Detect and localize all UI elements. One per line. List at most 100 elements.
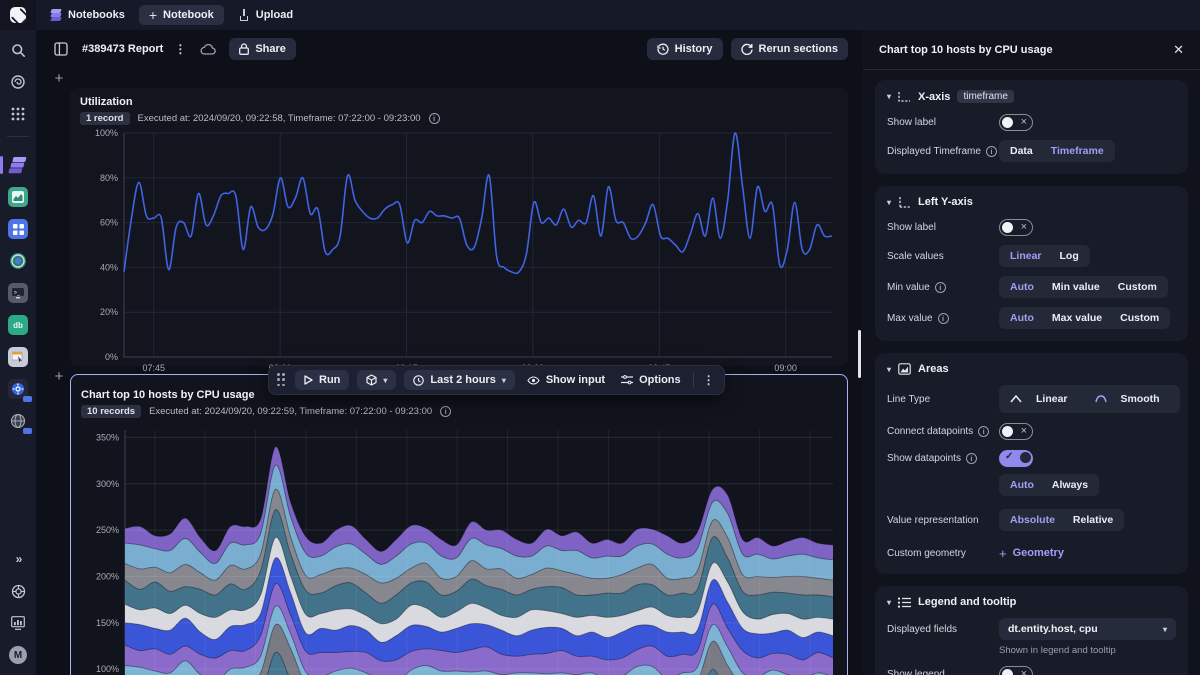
plus-icon: + (148, 7, 158, 23)
show-datapoints-toggle[interactable] (999, 449, 1033, 467)
sync-cloud-icon[interactable] (197, 38, 219, 60)
app-breadcrumb[interactable]: Notebooks (50, 9, 125, 21)
document-menu-icon[interactable]: ⋮ (173, 42, 187, 56)
badge (23, 396, 32, 402)
show-label-toggle[interactable] (999, 113, 1033, 131)
toggle-panel-icon[interactable] (50, 38, 72, 60)
chart-settings-panel: Chart top 10 hosts by CPU usage ✕ X-axis… (862, 30, 1200, 675)
record-count-badge: 1 record (80, 112, 130, 125)
history-button[interactable]: History (646, 38, 723, 60)
hub-globe-icon[interactable] (6, 409, 32, 434)
options-button[interactable]: Options (617, 370, 685, 390)
cell-menu-icon[interactable]: ⋮ (702, 373, 716, 387)
add-geometry-button[interactable]: + Geometry (999, 546, 1064, 561)
close-icon[interactable]: ✕ (1173, 42, 1184, 58)
svg-text:>_: >_ (14, 290, 21, 296)
svg-text:350%: 350% (96, 432, 119, 442)
show-label-toggle[interactable] (999, 218, 1033, 236)
timeframe-badge: timeframe (957, 90, 1014, 103)
settings-gear-icon[interactable] (6, 377, 32, 402)
chevron-down-icon: ▾ (383, 375, 388, 385)
displayed-timeframe-segmented: Data Timeframe (999, 140, 1115, 162)
share-button[interactable]: Share (229, 38, 296, 60)
option-timeframe[interactable]: Timeframe (1042, 142, 1113, 160)
option-relative[interactable]: Relative (1064, 511, 1122, 529)
option-max-value[interactable]: Max value (1043, 309, 1111, 327)
expand-sidebar-icon[interactable]: » (6, 547, 30, 571)
option-linear[interactable]: Linear (1001, 387, 1086, 411)
left-sidebar: >_ db » M (0, 30, 36, 675)
automations-app-icon[interactable] (6, 217, 30, 241)
dynatrace-logo-icon (10, 7, 26, 23)
search-icon[interactable] (6, 38, 30, 62)
add-section-button[interactable]: + (52, 369, 66, 384)
usage-chart-icon[interactable] (6, 611, 30, 635)
info-icon[interactable] (934, 281, 946, 293)
notebook-cell-cpu[interactable]: Chart top 10 hosts by CPU usage 10 recor… (70, 374, 848, 675)
show-legend-toggle[interactable] (999, 665, 1033, 675)
user-avatar[interactable]: M (6, 643, 30, 667)
option-always[interactable]: Always (1043, 476, 1097, 494)
launcher-card-icon[interactable] (6, 345, 30, 369)
info-icon[interactable] (985, 145, 997, 157)
cell-toolbar: Run ▾ Last 2 hours ▾ Show input Options … (268, 365, 725, 395)
visualization-picker-button[interactable]: ▾ (357, 370, 397, 390)
info-icon[interactable] (937, 312, 949, 324)
option-auto[interactable]: Auto (1001, 476, 1043, 494)
upload-button[interactable]: Upload (238, 9, 293, 21)
max-value-segmented: Auto Max value Custom (999, 307, 1171, 329)
section-header-legend[interactable]: Legend and tooltip (887, 596, 1176, 608)
apps-grid-icon[interactable] (6, 102, 30, 126)
dashboards-app-icon[interactable] (6, 185, 30, 209)
option-linear[interactable]: Linear (1001, 247, 1051, 265)
new-notebook-button[interactable]: + Notebook (138, 5, 224, 25)
info-icon[interactable] (965, 452, 977, 464)
rerun-sections-button[interactable]: Rerun sections (730, 38, 848, 60)
option-auto[interactable]: Auto (1001, 278, 1043, 296)
timeframe-selector[interactable]: Last 2 hours ▾ (404, 370, 515, 390)
displayed-timeframe-label: Displayed Timeframe (887, 145, 999, 157)
section-header-x-axis[interactable]: X-axis timeframe (887, 90, 1176, 103)
svg-text:100%: 100% (96, 664, 119, 674)
drag-handle-icon[interactable] (277, 373, 287, 387)
info-icon[interactable] (978, 425, 990, 437)
document-title[interactable]: #389473 Report (82, 43, 163, 55)
hosts-monitor-icon[interactable]: >_ (6, 281, 30, 305)
option-smooth[interactable]: Smooth (1086, 387, 1178, 411)
section-x-axis: X-axis timeframe Show label Displayed Ti… (875, 80, 1188, 174)
notebooks-app-icon[interactable] (0, 153, 30, 177)
plus-icon: + (999, 545, 1007, 561)
connect-datapoints-toggle[interactable] (999, 422, 1033, 440)
line-type-label: Line Type (887, 393, 931, 405)
option-auto[interactable]: Auto (1001, 309, 1043, 327)
lock-icon (239, 43, 250, 55)
option-log[interactable]: Log (1051, 247, 1088, 265)
chevron-down-icon: ▾ (1162, 624, 1167, 634)
option-absolute[interactable]: Absolute (1001, 511, 1064, 529)
services-app-icon[interactable] (6, 249, 30, 273)
database-app-icon[interactable]: db (6, 313, 30, 337)
document-header: #389473 Report ⋮ Share History Rerun sec… (36, 30, 862, 68)
run-button[interactable]: Run (295, 370, 350, 390)
info-icon[interactable] (440, 406, 452, 417)
section-header-left-y-axis[interactable]: Left Y-axis (887, 196, 1176, 208)
notebook-cell-utilization[interactable]: Utilization 1 record Executed at: 2024/0… (70, 88, 848, 373)
section-header-areas[interactable]: Areas (887, 363, 1176, 375)
help-lifebuoy-icon[interactable] (6, 579, 30, 603)
displayed-fields-dropdown[interactable]: dt.entity.host, cpu ▾ (999, 618, 1176, 640)
min-value-segmented: Auto Min value Custom (999, 276, 1168, 298)
top-bar: Notebooks + Notebook Upload (0, 0, 1200, 30)
davis-ai-icon[interactable] (6, 70, 30, 94)
show-input-button[interactable]: Show input (523, 370, 609, 390)
dynatrace-logo[interactable] (0, 0, 36, 30)
option-min-value[interactable]: Min value (1043, 278, 1109, 296)
option-custom[interactable]: Custom (1111, 309, 1168, 327)
scrollbar-thumb[interactable] (858, 330, 861, 378)
show-label-label: Show label (887, 116, 936, 128)
option-custom[interactable]: Custom (1109, 278, 1166, 296)
active-indicator (0, 156, 3, 174)
upload-icon (238, 9, 250, 21)
add-section-button[interactable]: + (52, 71, 66, 86)
option-data[interactable]: Data (1001, 142, 1042, 160)
info-icon[interactable] (428, 113, 440, 124)
